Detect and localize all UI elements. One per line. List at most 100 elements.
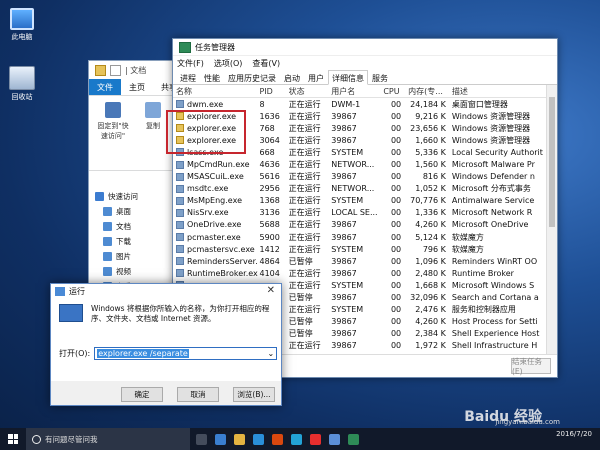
user-cell: 39867	[331, 111, 357, 121]
process-name-cell: MSASCuiL.exe	[173, 172, 258, 181]
column-header-cpu[interactable]: CPU	[382, 87, 405, 96]
tab-details[interactable]: 详细信息	[328, 70, 368, 85]
table-row[interactable]: pcmastersvc.exe 1412 正在运行 SYSTEM 00 796 K 软媒魔方	[173, 243, 547, 255]
task-manager-titlebar: 任务管理器	[173, 39, 557, 56]
table-row[interactable]: NisSrv.exe 3136 正在运行 LOCAL SE... 00 1,336 K Mi…	[173, 207, 547, 219]
column-header-pid[interactable]: PID	[258, 87, 289, 96]
table-row[interactable]: OneDrive.exe 5688 正在运行 39867 00 4,260 K Micros…	[173, 219, 547, 231]
user-cell: SYSTEM	[331, 305, 364, 315]
nav-item-quick-access[interactable]: 快速访问	[89, 189, 149, 204]
search-box[interactable]: 有问题尽管问我	[26, 428, 190, 450]
start-button[interactable]	[0, 428, 26, 450]
app-icon[interactable]	[291, 433, 302, 445]
open-label: 打开(O):	[59, 349, 91, 358]
user-cell: 39867	[331, 172, 357, 182]
status-cell: 已暂停	[288, 317, 313, 327]
browse-button[interactable]: 浏览(B)...	[233, 387, 275, 402]
tab-users[interactable]: 用户	[304, 70, 328, 84]
edge-icon[interactable]	[215, 433, 226, 445]
nav-item-pictures[interactable]: 图片	[89, 249, 149, 264]
process-name-text: dwm.exe	[187, 99, 224, 109]
cpu-cell: 00	[390, 256, 402, 266]
user-cell: DWM-1	[331, 99, 361, 109]
tab-home[interactable]: 主页	[121, 79, 153, 95]
memory-cell: 4,260 K	[415, 220, 446, 230]
process-icon	[176, 100, 184, 109]
desktop-icon-recycle-bin[interactable]: 回收站	[4, 66, 40, 102]
table-row[interactable]: msdtc.exe 2956 正在运行 NETWOR... 00 1,052 K Micro…	[173, 183, 547, 195]
end-task-button[interactable]: 结束任务(E)	[511, 357, 551, 376]
copy-label: 复制	[146, 122, 160, 130]
cancel-button[interactable]: 取消	[177, 387, 219, 402]
cpu-cell: 00	[390, 147, 402, 157]
table-row[interactable]: RemindersServer.e...4864 已暂停 39867 00 1,096 …	[173, 255, 547, 267]
run-command-input[interactable]: explorer.exe /separate ⌄	[94, 347, 278, 360]
computer-icon	[10, 8, 34, 30]
store-icon[interactable]	[253, 433, 264, 445]
pin-quick-access-button[interactable]: 固定到"快速访问"	[95, 102, 131, 164]
tab-services[interactable]: 服务	[368, 70, 392, 84]
table-row[interactable]: MSASCuiL.exe 5616 正在运行 39867 00 816 K Windows …	[173, 171, 547, 183]
navigation-pane: 快速访问 桌面 文档 下载 图片 视频 音乐	[89, 189, 149, 294]
app-icon[interactable]	[310, 433, 321, 445]
checkbox-icon	[110, 64, 121, 76]
process-icon	[176, 233, 184, 242]
description-cell: Windows Defender n	[451, 172, 535, 182]
close-icon[interactable]: ✕	[267, 285, 275, 296]
nav-item-videos[interactable]: 视频	[89, 264, 149, 279]
scrollbar-thumb[interactable]	[549, 97, 555, 227]
table-row[interactable]: MpCmdRun.exe 4636 正在运行 NETWOR... 00 1,560 K Mi…	[173, 158, 547, 170]
nav-item-downloads[interactable]: 下载	[89, 234, 149, 249]
ok-button[interactable]: 确定	[121, 387, 163, 402]
taskbar-apps	[196, 433, 359, 445]
column-header-description[interactable]: 描述	[450, 86, 547, 97]
tab-processes[interactable]: 进程	[176, 70, 200, 84]
nav-item-documents[interactable]: 文档	[89, 219, 149, 234]
desktop-icon-this-pc[interactable]: 此电脑	[4, 8, 40, 42]
menu-bar: 文件(F) 选项(O) 查看(V)	[173, 56, 557, 70]
task-view-icon[interactable]	[196, 433, 207, 445]
system-tray: 2016/7/20	[556, 430, 592, 439]
menu-file[interactable]: 文件(F)	[177, 58, 204, 69]
user-cell: SYSTEM	[331, 196, 364, 206]
pin-label: 固定到"快速访问"	[97, 122, 129, 140]
column-header-user[interactable]: 用户名	[331, 86, 381, 97]
vertical-scrollbar[interactable]	[546, 85, 557, 355]
nav-item-desktop[interactable]: 桌面	[89, 204, 149, 219]
clock-date[interactable]: 2016/7/20	[556, 430, 592, 439]
pid-cell: 8	[259, 99, 265, 109]
description-cell: Microsoft 分布式事务	[451, 184, 531, 194]
desktop-icon	[103, 207, 112, 216]
process-icon	[176, 220, 184, 229]
process-name-text: msdtc.exe	[187, 184, 229, 194]
file-explorer-icon[interactable]	[234, 433, 245, 445]
chevron-down-icon[interactable]: ⌄	[268, 349, 275, 358]
app-icon[interactable]	[329, 433, 340, 445]
download-icon	[103, 237, 112, 246]
table-row[interactable]: pcmaster.exe 5900 正在运行 39867 00 5,124 K 软媒魔方	[173, 231, 547, 243]
table-row[interactable]: MsMpEng.exe 1368 正在运行 SYSTEM 00 70,776 K Antim…	[173, 195, 547, 207]
description-cell: Runtime Broker	[451, 268, 514, 278]
tab-app-history[interactable]: 应用历史记录	[224, 70, 280, 84]
status-cell: 正在运行	[288, 184, 321, 194]
status-cell: 正在运行	[288, 172, 321, 182]
cpu-cell: 00	[390, 317, 402, 327]
description-cell: Microsoft Network R	[451, 208, 533, 218]
menu-options[interactable]: 选项(O)	[214, 58, 243, 69]
run-dialog[interactable]: 运行 ✕ Windows 将根据你所输入的名称，为你打开相应的程序、文件夹、文档…	[50, 283, 282, 406]
tab-performance[interactable]: 性能	[200, 70, 224, 84]
menu-view[interactable]: 查看(V)	[252, 58, 280, 69]
tab-file[interactable]: 文件	[89, 79, 121, 95]
user-cell: NETWOR...	[331, 160, 375, 170]
process-name-cell: NisSrv.exe	[173, 208, 258, 217]
column-header-memory[interactable]: 内存(专...	[405, 86, 450, 97]
user-cell: 39867	[331, 232, 357, 242]
table-row[interactable]: RuntimeBroker.exe 4104 正在运行 39867 00 2,480 K R…	[173, 267, 547, 279]
office-icon[interactable]	[272, 433, 283, 445]
run-description: Windows 将根据你所输入的名称，为你打开相应的程序、文件夹、文档或 Int…	[91, 304, 270, 323]
task-manager-taskbar-icon[interactable]	[348, 433, 359, 445]
column-header-status[interactable]: 状态	[289, 86, 332, 97]
tab-startup[interactable]: 启动	[280, 70, 304, 84]
table-row[interactable]: dwm.exe 8 正在运行 DWM-1 00 24,184 K 桌面窗口管理器	[173, 98, 547, 110]
column-header-name[interactable]: 名称	[173, 86, 258, 97]
